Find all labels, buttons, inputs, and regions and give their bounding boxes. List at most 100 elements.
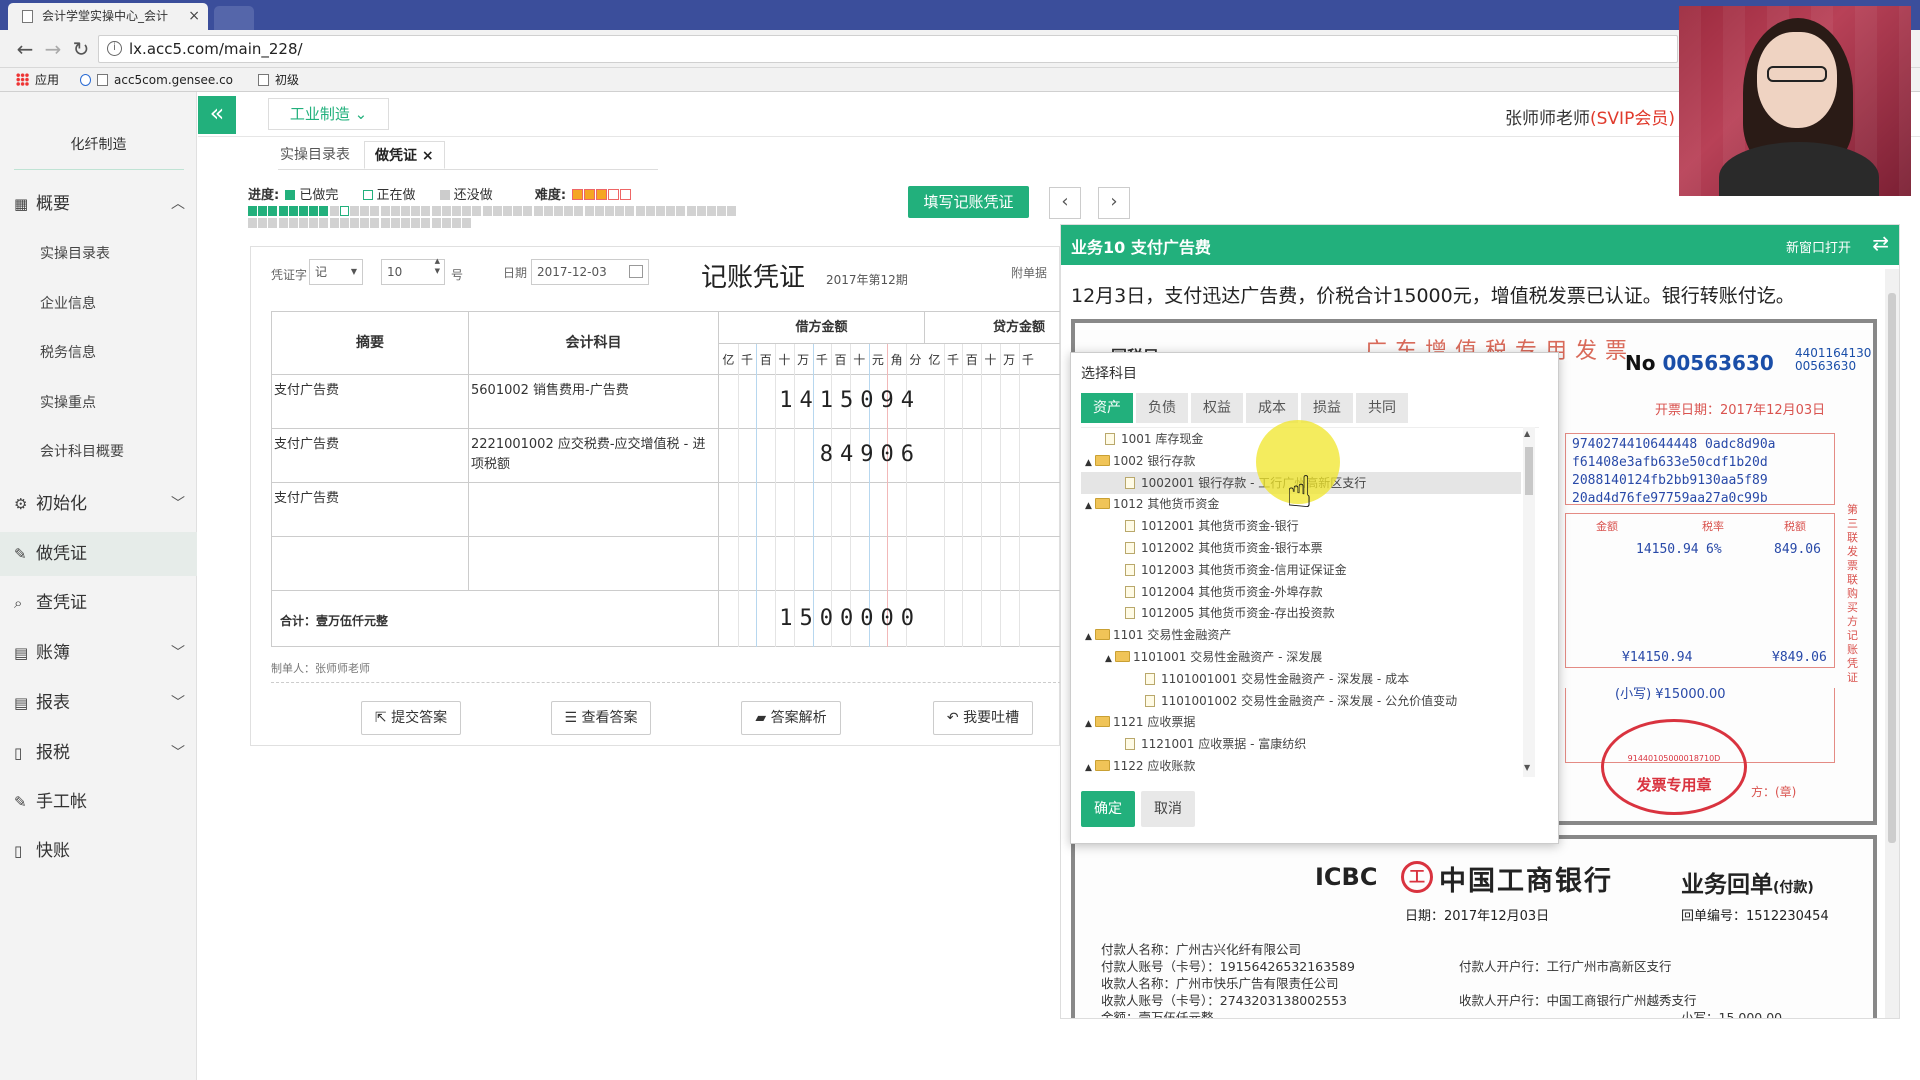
tree-item[interactable]: 1012002 其他货币资金-银行本票 <box>1081 537 1521 559</box>
close-icon[interactable]: × <box>422 148 434 164</box>
progress-cell[interactable] <box>248 218 257 228</box>
forward-icon[interactable]: → <box>40 36 66 62</box>
scrollbar[interactable] <box>1885 269 1899 1018</box>
tree-item[interactable]: 1101001001 交易性金融资产 - 深发展 - 成本 <box>1081 668 1521 690</box>
progress-cell[interactable] <box>676 206 686 216</box>
collapse-sidebar-button[interactable]: « <box>198 96 236 134</box>
progress-cell[interactable] <box>268 206 278 216</box>
swap-icon[interactable]: ⇄ <box>1872 231 1889 255</box>
progress-cell[interactable] <box>258 206 268 216</box>
progress-cell[interactable] <box>707 206 716 216</box>
submit-answer-button[interactable]: ⇱ 提交答案 <box>361 701 461 735</box>
progress-cell[interactable] <box>717 206 727 216</box>
progress-cell[interactable] <box>503 206 512 216</box>
progress-cell[interactable] <box>350 218 359 228</box>
progress-cell[interactable] <box>278 206 288 216</box>
row2-account[interactable]: 2221001002 应交税费-应交增值税 - 进项税额 <box>469 429 719 483</box>
sidebar-sub-accounts[interactable]: 会计科目概要 <box>0 432 197 472</box>
row3-amount[interactable] <box>719 483 1062 537</box>
progress-cell[interactable] <box>431 218 441 228</box>
progress-cell[interactable] <box>339 218 349 228</box>
tab-make-voucher[interactable]: 做凭证 × <box>364 141 445 169</box>
expand-icon[interactable]: ▲ <box>1085 452 1095 474</box>
expand-icon[interactable]: ▲ <box>1085 713 1095 735</box>
sidebar-item-ledger[interactable]: ▤ 账簿 ﹀ <box>0 631 197 675</box>
scroll-up-icon[interactable]: ▲ <box>1524 429 1530 438</box>
new-tab-button[interactable] <box>214 6 254 30</box>
progress-cell[interactable] <box>309 218 319 228</box>
progress-cell[interactable] <box>492 206 502 216</box>
progress-cell[interactable] <box>390 218 400 228</box>
tab-cost[interactable]: 成本 <box>1246 393 1298 423</box>
progress-cell[interactable] <box>319 206 329 216</box>
row4-account[interactable] <box>469 537 719 591</box>
open-new-window-link[interactable]: 新窗口打开 <box>1786 237 1851 256</box>
progress-cell[interactable] <box>421 206 431 216</box>
progress-cell[interactable] <box>462 206 472 216</box>
tab-profit-loss[interactable]: 损益 <box>1301 393 1353 423</box>
progress-cell[interactable] <box>370 218 380 228</box>
expand-icon[interactable]: ▲ <box>1105 648 1115 670</box>
progress-cell[interactable] <box>288 218 298 228</box>
reload-icon[interactable]: ↻ <box>68 36 94 62</box>
progress-cell[interactable] <box>635 206 645 216</box>
confirm-button[interactable]: 确定 <box>1081 791 1135 827</box>
progress-cell[interactable] <box>288 206 298 216</box>
stepper-icon[interactable]: ▲ ▼ <box>435 256 440 276</box>
sidebar-item-reports[interactable]: ▤ 报表 ﹀ <box>0 681 197 725</box>
tab-common[interactable]: 共同 <box>1356 393 1408 423</box>
sidebar-item-overview[interactable]: ▦ 概要 ︿ <box>0 182 197 226</box>
progress-cell[interactable] <box>615 206 625 216</box>
tree-folder[interactable]: ▲ 1101001 交易性金融资产 - 深发展 <box>1081 646 1521 668</box>
progress-cell[interactable] <box>574 206 584 216</box>
expand-icon[interactable]: ▲ <box>1085 626 1095 648</box>
voucher-word-select[interactable]: 记 ▼ <box>309 259 363 285</box>
progress-cell[interactable] <box>380 206 390 216</box>
progress-cell[interactable] <box>533 206 543 216</box>
progress-cell[interactable] <box>594 206 604 216</box>
scrollbar-thumb[interactable] <box>1888 293 1896 843</box>
voucher-number-input[interactable]: 10 ▲ ▼ <box>381 256 445 285</box>
progress-cell[interactable] <box>360 206 370 216</box>
tree-folder[interactable]: ▲ 1121 应收票据 <box>1081 711 1521 733</box>
row2-summary[interactable]: 支付广告费 <box>272 429 469 483</box>
answer-analysis-button[interactable]: ▰ 答案解析 <box>741 701 841 735</box>
tree-item[interactable]: 1012005 其他货币资金-存出投资款 <box>1081 602 1521 624</box>
expand-icon[interactable]: ▲ <box>1085 495 1095 517</box>
progress-cell[interactable] <box>411 218 421 228</box>
progress-cell[interactable] <box>431 206 441 216</box>
progress-cell[interactable] <box>656 206 665 216</box>
progress-cell[interactable] <box>329 206 339 216</box>
progress-cell[interactable] <box>309 206 319 216</box>
date-input[interactable]: 2017-12-03 <box>531 259 649 285</box>
sidebar-item-manual[interactable]: ✎ 手工帐 <box>0 780 197 824</box>
sidebar-item-query-voucher[interactable]: ⌕ 查凭证 <box>0 581 197 625</box>
progress-cell[interactable] <box>411 206 421 216</box>
tree-item[interactable]: 1121001 应收票据 - 富康纺织 <box>1081 733 1521 755</box>
progress-cell[interactable] <box>666 206 676 216</box>
tree-folder[interactable]: ▲ 1101 交易性金融资产 <box>1081 624 1521 646</box>
progress-cell[interactable] <box>360 218 370 228</box>
cancel-button[interactable]: 取消 <box>1141 791 1195 827</box>
next-button[interactable]: › <box>1098 187 1130 219</box>
sidebar-item-make-voucher[interactable]: ✎ 做凭证 <box>0 532 197 576</box>
progress-cell[interactable] <box>625 206 635 216</box>
tab-equity[interactable]: 权益 <box>1191 393 1243 423</box>
scrollbar-thumb[interactable] <box>1525 447 1533 495</box>
progress-cell[interactable] <box>462 218 472 228</box>
progress-cell[interactable] <box>401 218 410 228</box>
progress-cell[interactable] <box>299 206 308 216</box>
progress-cell[interactable] <box>605 206 614 216</box>
url-input[interactable]: i lx.acc5.com/main_228/ <box>98 35 1678 63</box>
row1-summary[interactable]: 支付广告费 <box>272 375 469 429</box>
progress-cell[interactable] <box>421 218 431 228</box>
tree-item[interactable]: 1101001002 交易性金融资产 - 深发展 - 公允价值变动 <box>1081 690 1521 712</box>
progress-cell[interactable] <box>564 206 574 216</box>
progress-cell[interactable] <box>543 206 553 216</box>
row3-account[interactable] <box>469 483 719 537</box>
bookmark-junior[interactable]: 初级 <box>258 72 299 88</box>
tree-item[interactable]: 1012003 其他货币资金-信用证保证金 <box>1081 559 1521 581</box>
tab-catalog[interactable]: 实操目录表 <box>270 141 360 169</box>
progress-cell[interactable] <box>319 218 329 228</box>
progress-cell[interactable] <box>278 218 288 228</box>
